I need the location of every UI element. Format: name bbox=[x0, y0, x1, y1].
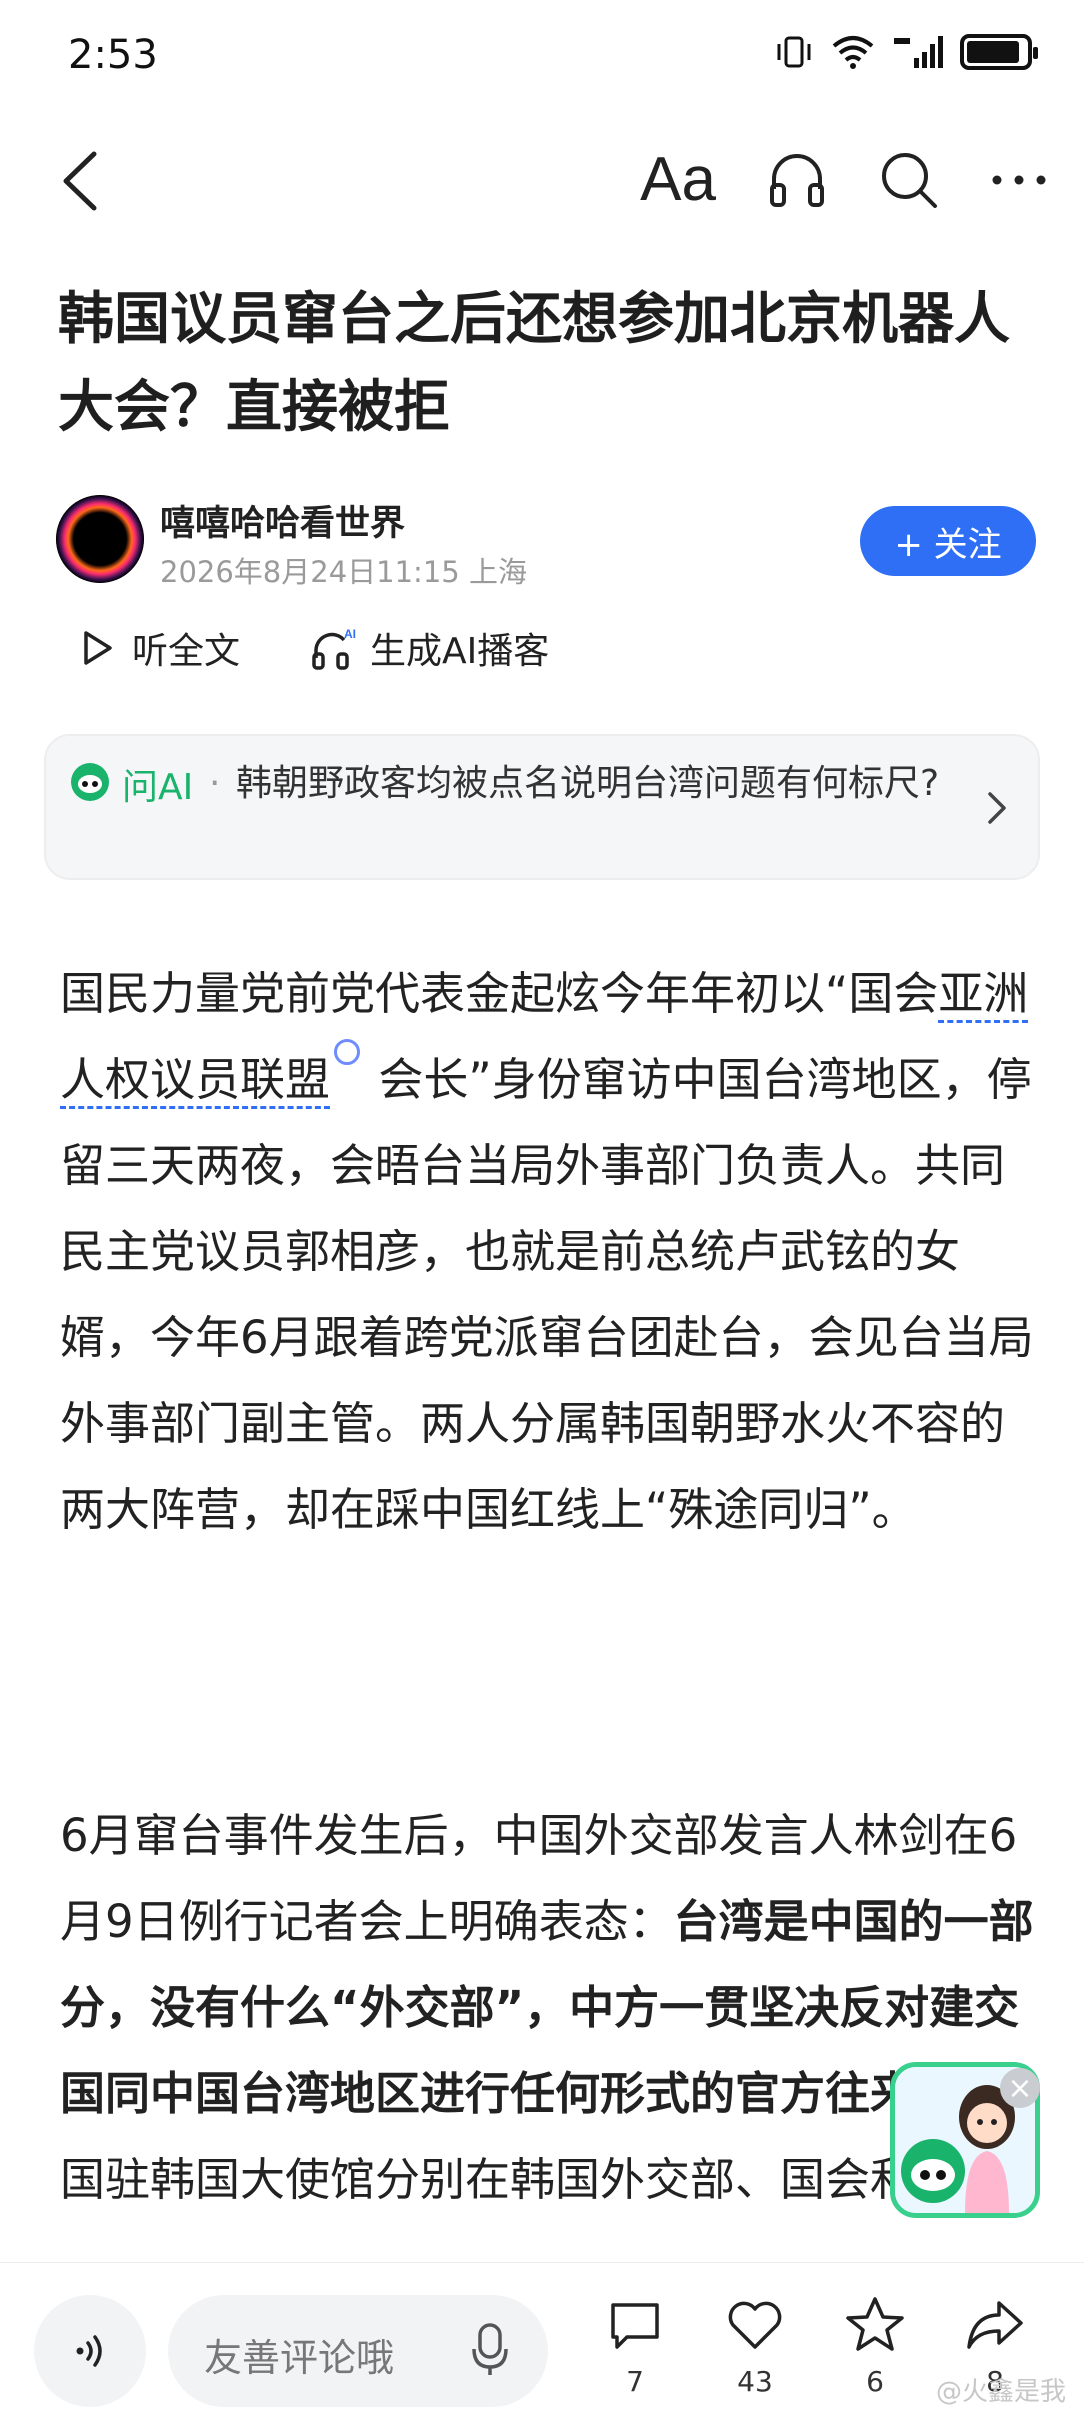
listen-button[interactable]: 听全文 bbox=[80, 622, 240, 674]
article-page: 2:53 Aa 韩国议员窜台之后还想参加北京机器人大会？直接被拒 嘻嘻哈哈看世界… bbox=[0, 0, 1084, 2412]
wifi-icon bbox=[832, 36, 874, 69]
ask-ai-card[interactable]: 问AI · 韩朝野政客均被点名说明台湾问题有何标尺? bbox=[44, 734, 1040, 880]
back-icon[interactable] bbox=[54, 146, 114, 216]
star-icon bbox=[846, 2297, 904, 2351]
paragraph-1-text-a: 国民力量党前党代表金起炫今年年初以“国会 bbox=[60, 967, 939, 1020]
search-icon[interactable] bbox=[878, 149, 940, 211]
author-name[interactable]: 嘻嘻哈哈看世界 bbox=[160, 495, 405, 546]
article-title: 韩国议员窜台之后还想参加北京机器人大会？直接被拒 bbox=[58, 287, 1010, 440]
voice-read-button[interactable] bbox=[34, 2295, 146, 2407]
ai-logo-icon bbox=[71, 763, 109, 801]
play-icon bbox=[84, 631, 112, 665]
battery-icon bbox=[960, 34, 1038, 70]
heart-icon bbox=[728, 2301, 782, 2349]
vibrate-icon bbox=[777, 36, 811, 68]
favorite-button[interactable]: 6 bbox=[830, 2293, 920, 2412]
link-marker-icon bbox=[334, 1039, 361, 1065]
avatar-image bbox=[56, 495, 144, 583]
comment-count: 7 bbox=[626, 2365, 644, 2398]
comment-button[interactable]: 7 bbox=[590, 2293, 680, 2412]
voice-icon bbox=[76, 2335, 102, 2367]
watermark: @火鑫是我 bbox=[935, 2377, 1066, 2407]
ai-podcast-icon: AI bbox=[312, 627, 356, 670]
article-paragraph-1: 国民力量党前党代表金起炫今年年初以“国会亚洲人权议员联盟 会长”身份窜访中国台湾… bbox=[60, 951, 1036, 1553]
favorite-count: 6 bbox=[866, 2365, 884, 2398]
comment-placeholder: 友善评论哦 bbox=[204, 2336, 395, 2380]
signal-icon bbox=[894, 36, 943, 68]
follow-button[interactable]: + 关注 bbox=[860, 506, 1036, 576]
svg-text:AI: AI bbox=[344, 627, 356, 641]
like-button[interactable]: 43 bbox=[710, 2293, 800, 2412]
bottom-action-bar: 友善评论哦 7 43 6 8 @火鑫是我 bbox=[0, 2262, 1084, 2412]
chevron-right-icon bbox=[988, 792, 1006, 824]
comment-input[interactable]: 友善评论哦 bbox=[168, 2295, 548, 2407]
like-count: 43 bbox=[737, 2365, 773, 2398]
headphones-icon[interactable] bbox=[766, 149, 828, 211]
audio-actions: 听全文 AI 生成AI播客 bbox=[80, 618, 549, 678]
author-row: 嘻嘻哈哈看世界 2026年8月24日11:15 上海 + 关注 bbox=[56, 495, 1036, 591]
listen-label: 听全文 bbox=[132, 631, 241, 672]
podcast-button[interactable]: AI 生成AI播客 bbox=[310, 622, 549, 674]
publish-meta: 2026年8月24日11:15 上海 bbox=[160, 555, 527, 589]
close-assistant-icon[interactable]: × bbox=[1000, 2068, 1040, 2108]
podcast-label: 生成AI播客 bbox=[370, 631, 550, 672]
top-nav-bar: Aa bbox=[0, 130, 1084, 230]
paragraph-1-text-b: 会长”身份窜访中国台湾地区，停留三天两夜，会晤台当局外事部门负责人。共同民主党议… bbox=[60, 1053, 1034, 1536]
avatar[interactable] bbox=[56, 495, 144, 583]
ask-ai-question: 韩朝野政客均被点名说明台湾问题有何标尺? bbox=[236, 763, 940, 804]
font-size-button[interactable]: Aa bbox=[640, 144, 716, 216]
more-icon[interactable] bbox=[990, 170, 1048, 190]
mic-icon[interactable] bbox=[470, 2321, 510, 2379]
status-icons bbox=[774, 34, 1038, 70]
status-bar: 2:53 bbox=[0, 0, 1084, 112]
status-time: 2:53 bbox=[68, 32, 158, 78]
nav-actions: Aa bbox=[640, 144, 1048, 216]
share-icon bbox=[967, 2301, 1023, 2349]
comment-icon bbox=[611, 2303, 659, 2349]
